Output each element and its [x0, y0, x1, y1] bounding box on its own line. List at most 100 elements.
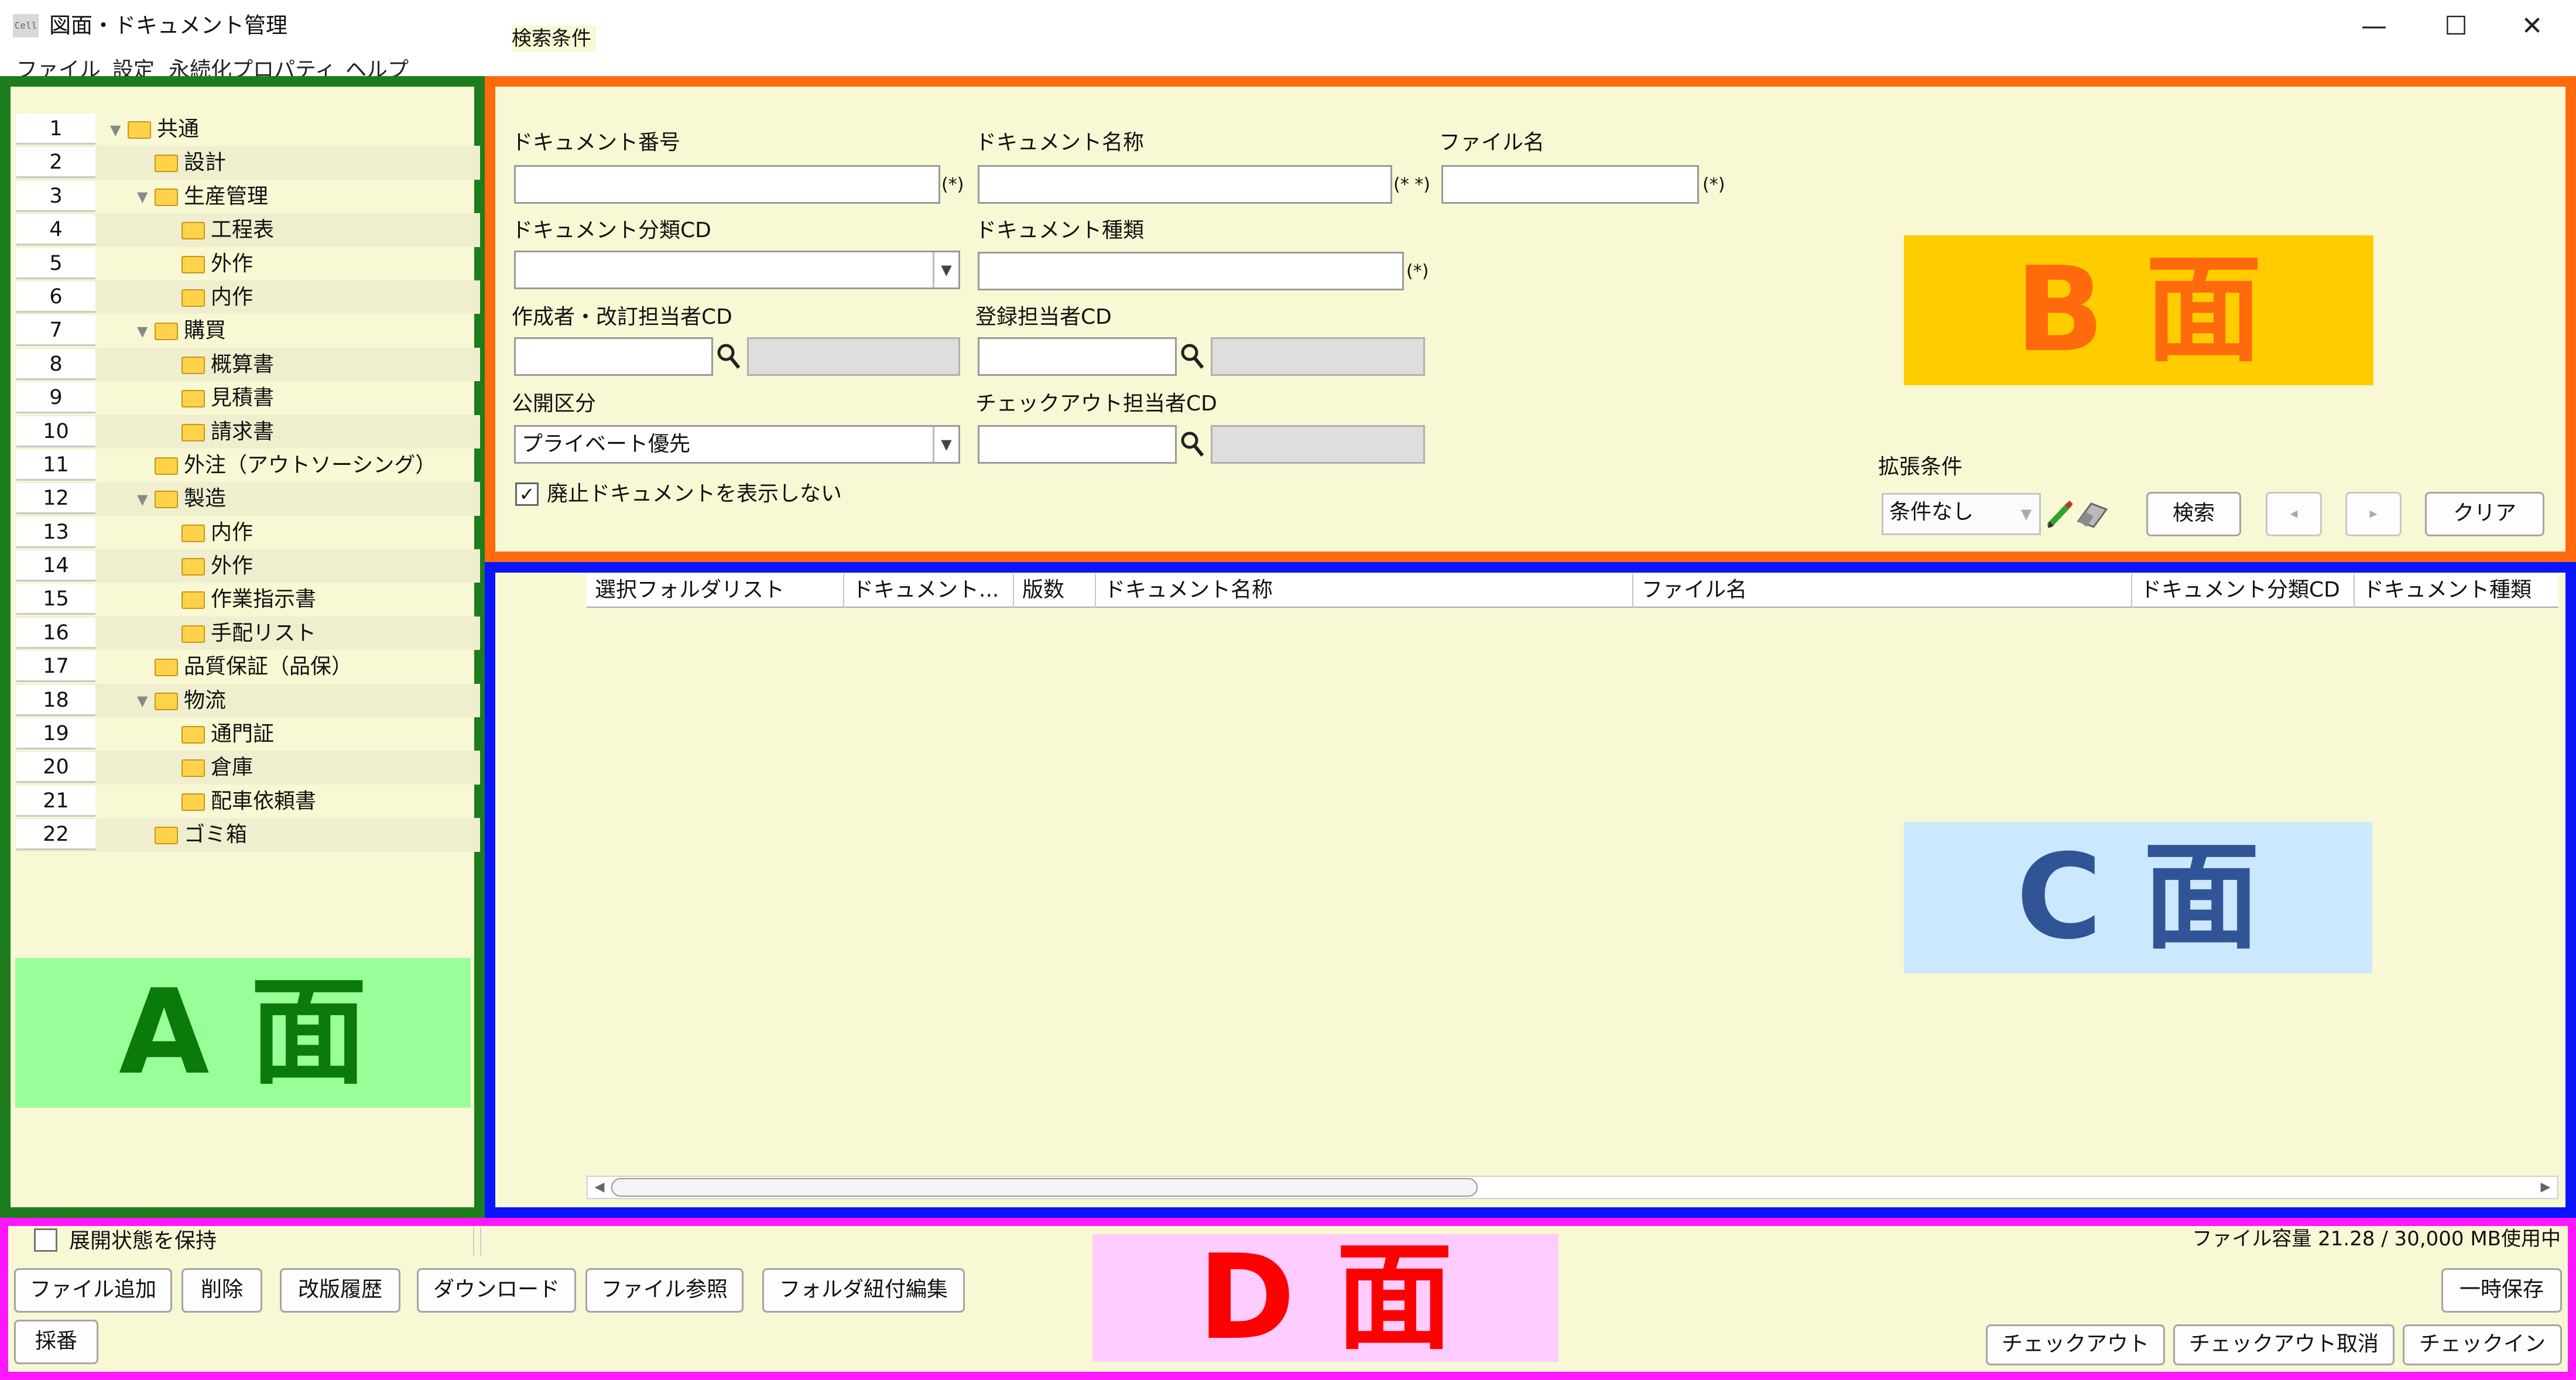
tree-node[interactable]: 内作	[164, 516, 253, 549]
temp-save-button[interactable]: 一時保存	[2441, 1268, 2562, 1313]
author-input[interactable]	[514, 337, 713, 376]
tree-node[interactable]: 外注（アウトソーシング）	[137, 448, 436, 482]
tree-node[interactable]: ▼ 生産管理	[137, 180, 268, 213]
column-header-folder-list[interactable]: 選択フォルダリスト	[587, 574, 844, 608]
tree-node[interactable]: 作業指示書	[164, 583, 316, 616]
tree-row[interactable]: 3 ▼ 生産管理	[16, 180, 480, 213]
chevron-down-icon[interactable]: ▼	[933, 252, 958, 287]
column-header-version[interactable]: 版数	[1014, 574, 1096, 608]
folder-link-edit-button[interactable]: フォルダ紐付編集	[762, 1268, 965, 1313]
minimize-button[interactable]: —	[2342, 7, 2406, 46]
doc-class-select[interactable]: ▼	[514, 251, 960, 289]
column-header-file-name[interactable]: ファイル名	[1633, 574, 2132, 608]
column-header-doc-name[interactable]: ドキュメント名称	[1096, 574, 1633, 608]
menu-help[interactable]: ヘルプ	[345, 56, 409, 76]
expand-arrow-icon[interactable]: ▼	[137, 315, 155, 348]
file-name-input[interactable]	[1441, 165, 1699, 204]
eraser-icon[interactable]	[2076, 499, 2109, 529]
tree-row[interactable]: 16 手配リスト	[16, 616, 480, 650]
tree-row[interactable]: 13 内作	[16, 516, 480, 549]
splitter-handle[interactable]	[473, 1227, 481, 1255]
tree-row[interactable]: 9 見積書	[16, 381, 480, 415]
tree-row[interactable]: 8 概算書	[16, 347, 480, 382]
tree-row[interactable]: 18 ▼ 物流	[16, 683, 480, 718]
hide-obsolete-checkbox[interactable]: ✓	[515, 482, 539, 506]
tree-node[interactable]: 品質保証（品保）	[137, 650, 352, 683]
tree-node[interactable]: ▼ 購買	[137, 314, 226, 347]
checkin-button[interactable]: チェックイン	[2403, 1324, 2562, 1365]
tree-node[interactable]: ゴミ箱	[137, 818, 247, 851]
prev-button[interactable]: ◂	[2266, 492, 2322, 536]
tree-node[interactable]: ▼ 物流	[137, 684, 226, 717]
tree-row[interactable]: 17 品質保証（品保）	[16, 650, 480, 683]
add-file-button[interactable]: ファイル追加	[14, 1268, 172, 1313]
doc-type-input[interactable]	[978, 252, 1404, 290]
tree-node[interactable]: 通門証	[164, 717, 274, 751]
tree-node[interactable]: ▼ 製造	[137, 482, 226, 515]
horizontal-scrollbar[interactable]: ◀ ▶	[587, 1176, 2558, 1199]
chevron-down-icon[interactable]: ▼	[933, 427, 958, 462]
maximize-button[interactable]: ☐	[2424, 7, 2488, 46]
checkout-user-input[interactable]	[978, 425, 1177, 464]
ext-condition-select[interactable]: 条件なし ▼	[1882, 493, 2041, 535]
chevron-down-icon[interactable]: ▼	[2013, 495, 2039, 533]
tree-node[interactable]: 外作	[164, 247, 253, 280]
registrant-input[interactable]	[978, 337, 1177, 376]
tree-row[interactable]: 10 請求書	[16, 415, 480, 448]
expand-arrow-icon[interactable]: ▼	[110, 114, 128, 147]
tree-node[interactable]: 設計	[137, 146, 226, 179]
tree-node[interactable]: 内作	[164, 280, 253, 314]
tree-node[interactable]: 概算書	[164, 348, 274, 381]
tree-row[interactable]: 14 外作	[16, 549, 480, 583]
menu-file[interactable]: ファイル	[16, 56, 101, 76]
close-button[interactable]: ✕	[2500, 7, 2564, 46]
tree-node[interactable]: ▼ 共通	[110, 112, 199, 146]
tree-row[interactable]: 6 内作	[16, 280, 480, 314]
tree-row[interactable]: 5 外作	[16, 247, 480, 280]
doc-number-input[interactable]	[514, 165, 940, 204]
tree-row[interactable]: 2 設計	[16, 146, 480, 180]
tree-node[interactable]: 手配リスト	[164, 617, 316, 650]
tree-row[interactable]: 12 ▼ 製造	[16, 482, 480, 516]
revision-history-button[interactable]: 改版履歴	[280, 1268, 400, 1313]
download-button[interactable]: ダウンロード	[417, 1268, 576, 1313]
scroll-right-icon[interactable]: ▶	[2535, 1177, 2556, 1198]
tree-row[interactable]: 7 ▼ 購買	[16, 314, 480, 347]
search-button[interactable]: 検索	[2146, 492, 2241, 536]
tree-node[interactable]: 請求書	[164, 415, 274, 448]
checkout-cancel-button[interactable]: チェックアウト取消	[2173, 1324, 2395, 1365]
tree-node[interactable]: 外作	[164, 549, 253, 583]
tree-row[interactable]: 20 倉庫	[16, 751, 480, 785]
expand-arrow-icon[interactable]: ▼	[137, 483, 155, 516]
tree-row[interactable]: 21 配車依頼書	[16, 785, 480, 818]
column-header-doc-number[interactable]: ドキュメント...	[844, 574, 1014, 608]
file-reference-button[interactable]: ファイル参照	[585, 1268, 744, 1313]
checkout-button[interactable]: チェックアウト	[1986, 1324, 2165, 1365]
expand-arrow-icon[interactable]: ▼	[137, 684, 155, 718]
clear-button[interactable]: クリア	[2425, 492, 2544, 536]
edit-pencil-icon[interactable]	[2046, 499, 2075, 529]
delete-button[interactable]: 削除	[181, 1268, 262, 1313]
tree-row[interactable]: 1 ▼ 共通	[16, 112, 480, 146]
tree-node[interactable]: 配車依頼書	[164, 785, 316, 818]
doc-name-input[interactable]	[978, 165, 1392, 204]
tree-row[interactable]: 11 外注（アウトソーシング）	[16, 448, 480, 482]
column-header-doc-class[interactable]: ドキュメント分類CD	[2132, 574, 2355, 608]
tree-row[interactable]: 19 通門証	[16, 717, 480, 751]
visibility-select[interactable]: プライベート優先 ▼	[514, 425, 960, 464]
tree-node[interactable]: 倉庫	[164, 751, 253, 784]
tree-node[interactable]: 工程表	[164, 213, 274, 246]
tree-row[interactable]: 15 作業指示書	[16, 583, 480, 616]
scroll-left-icon[interactable]: ◀	[589, 1177, 610, 1198]
numbering-button[interactable]: 採番	[14, 1320, 98, 1364]
tree-node[interactable]: 見積書	[164, 381, 274, 415]
next-button[interactable]: ▸	[2345, 492, 2402, 536]
search-icon[interactable]	[1179, 342, 1205, 371]
tree-row[interactable]: 4 工程表	[16, 213, 480, 247]
scrollbar-thumb[interactable]	[611, 1178, 1478, 1197]
search-icon[interactable]	[715, 342, 741, 371]
keep-expand-checkbox[interactable]	[34, 1228, 57, 1252]
search-icon[interactable]	[1179, 430, 1205, 459]
menu-settings[interactable]: 設定	[112, 56, 155, 76]
tree-row[interactable]: 22 ゴミ箱	[16, 818, 480, 852]
